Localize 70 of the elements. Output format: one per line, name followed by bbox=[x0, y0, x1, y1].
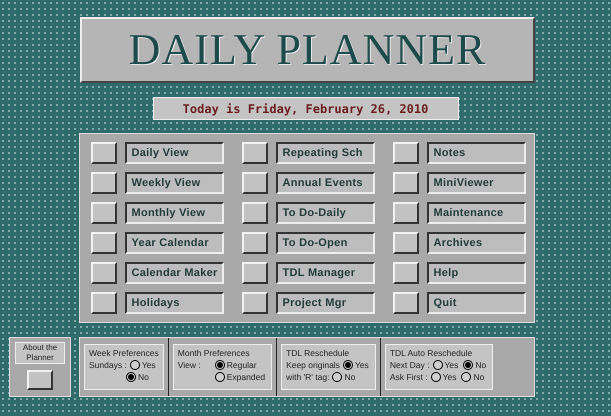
menu-label: Project Mgr bbox=[276, 292, 374, 314]
radio-label: Regular bbox=[226, 359, 257, 371]
menu-button[interactable] bbox=[242, 172, 268, 194]
radio-label: Yes bbox=[444, 359, 458, 371]
radio-label: Yes bbox=[442, 371, 456, 383]
menu-label: Calendar Maker bbox=[124, 262, 224, 284]
menu-button[interactable] bbox=[392, 262, 418, 284]
menu-label: Annual Events bbox=[276, 172, 374, 194]
radio-button[interactable] bbox=[130, 360, 140, 370]
menu-label: Monthly View bbox=[124, 202, 224, 224]
radio-button[interactable] bbox=[332, 372, 342, 382]
menu-label: MiniViewer bbox=[426, 172, 526, 194]
menu-label: TDL Manager bbox=[276, 262, 374, 284]
about-button[interactable] bbox=[27, 370, 53, 390]
group-title: Week Preferences bbox=[89, 347, 159, 359]
radio-label: No bbox=[475, 359, 486, 371]
menu-button[interactable] bbox=[90, 172, 116, 194]
option-label: with 'R' tag: bbox=[286, 371, 330, 383]
date-text: Today is Friday, February 26, 2010 bbox=[182, 100, 428, 118]
radio-label: No bbox=[344, 371, 356, 383]
menu-label: Daily View bbox=[124, 142, 224, 164]
radio-button[interactable] bbox=[214, 360, 225, 370]
radio-label: No bbox=[138, 371, 149, 383]
option-label: Next Day : bbox=[390, 359, 430, 371]
menu-button[interactable] bbox=[90, 142, 116, 164]
menu-button[interactable] bbox=[392, 292, 418, 314]
menu-button[interactable] bbox=[392, 142, 418, 164]
menu-label: To Do-Daily bbox=[276, 202, 374, 224]
radio-button[interactable] bbox=[463, 360, 474, 370]
group-title: TDL Auto Reschedule bbox=[390, 347, 474, 359]
menu-button[interactable] bbox=[392, 172, 418, 194]
menu-button[interactable] bbox=[242, 202, 268, 224]
menu-button[interactable] bbox=[90, 232, 116, 254]
menu-label: To Do-Open bbox=[276, 232, 374, 254]
app-title: DAILY PLANNER bbox=[128, 24, 486, 76]
radio-label: Yes bbox=[142, 359, 156, 371]
menu-button[interactable] bbox=[90, 202, 116, 224]
menu-button[interactable] bbox=[90, 262, 116, 284]
menu-label: Maintenance bbox=[426, 202, 526, 224]
menu-button[interactable] bbox=[90, 292, 116, 314]
menu-label: Notes bbox=[426, 142, 526, 164]
menu-label: Holidays bbox=[124, 292, 224, 314]
menu-label: Weekly View bbox=[124, 172, 224, 194]
menu-label: Quit bbox=[426, 292, 526, 314]
radio-label: No bbox=[473, 371, 484, 383]
radio-label: Yes bbox=[354, 359, 369, 371]
menu-button[interactable] bbox=[242, 232, 268, 254]
about-label: About the Planner bbox=[15, 342, 65, 364]
radio-button[interactable] bbox=[126, 372, 136, 382]
menu-button[interactable] bbox=[392, 232, 418, 254]
menu-label: Archives bbox=[426, 232, 526, 254]
option-label: Ask First : bbox=[390, 371, 428, 383]
menu-button[interactable] bbox=[392, 202, 418, 224]
radio-button[interactable] bbox=[432, 360, 442, 370]
option-label: View : bbox=[178, 359, 202, 371]
radio-button[interactable] bbox=[214, 372, 225, 382]
radio-button[interactable] bbox=[461, 372, 472, 382]
option-label: Keep originals bbox=[286, 359, 340, 371]
group-title: Month Preferences bbox=[178, 347, 251, 359]
menu-label: Repeating Sch bbox=[276, 142, 374, 164]
menu-button[interactable] bbox=[242, 142, 268, 164]
menu-button[interactable] bbox=[242, 262, 268, 284]
menu-label: Year Calendar bbox=[124, 232, 224, 254]
group-title: TDL Reschedule bbox=[286, 347, 350, 359]
radio-button[interactable] bbox=[342, 360, 353, 370]
radio-button[interactable] bbox=[430, 372, 441, 382]
option-label: Sundays : bbox=[89, 359, 127, 371]
radio-label: Expanded bbox=[226, 371, 266, 383]
menu-button[interactable] bbox=[242, 292, 268, 314]
menu-label: Help bbox=[426, 262, 526, 284]
